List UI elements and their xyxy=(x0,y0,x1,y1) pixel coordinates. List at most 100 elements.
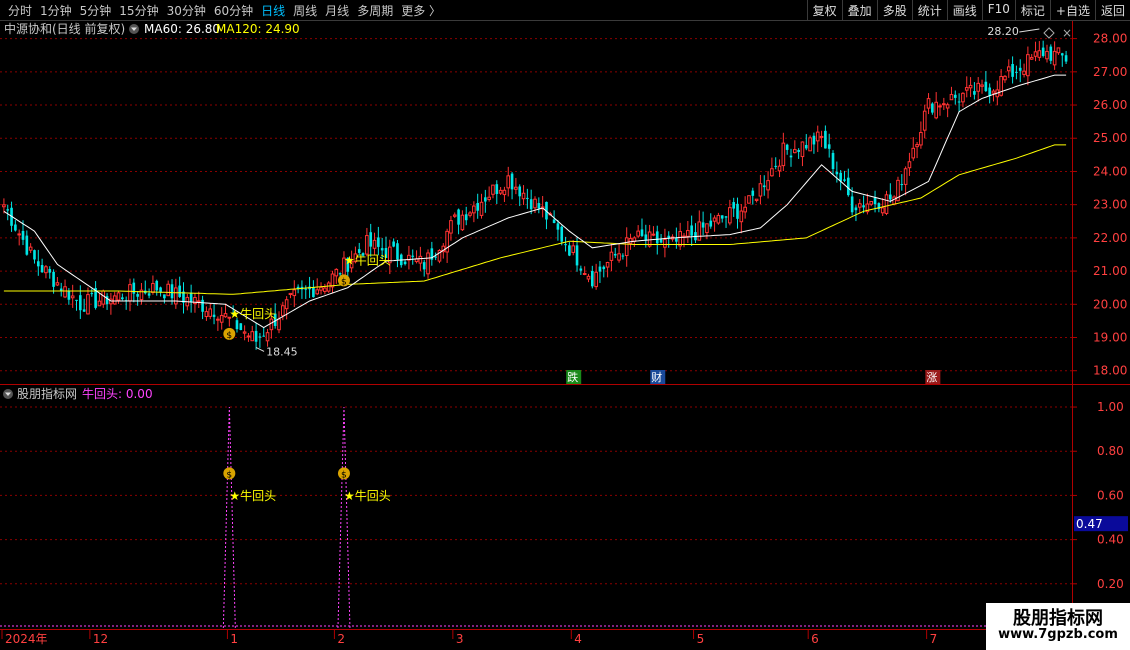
candle xyxy=(330,270,335,293)
candle xyxy=(518,184,522,207)
candle xyxy=(636,225,640,239)
candle xyxy=(300,280,304,299)
candle xyxy=(869,200,874,207)
candle xyxy=(464,206,468,226)
candle-body xyxy=(984,81,988,92)
candle-body xyxy=(338,273,342,275)
candle xyxy=(686,220,690,243)
candle-body xyxy=(1045,50,1049,60)
candle xyxy=(1003,74,1007,83)
candle-body xyxy=(312,287,315,298)
candle xyxy=(472,201,476,223)
candle xyxy=(903,166,908,196)
candle xyxy=(907,152,912,176)
candle-body xyxy=(484,197,487,202)
candle-body xyxy=(903,168,908,185)
candle-body xyxy=(326,282,331,292)
candle-body xyxy=(178,285,181,297)
candle-body xyxy=(591,270,594,287)
candle xyxy=(143,280,147,295)
candle xyxy=(239,323,243,331)
candle xyxy=(919,121,923,149)
candle-body xyxy=(571,245,576,253)
candle xyxy=(762,175,766,196)
candle-body xyxy=(1037,50,1042,58)
candle-body xyxy=(82,309,86,312)
close-panel-icon[interactable]: × xyxy=(1062,26,1072,40)
candle xyxy=(155,279,159,296)
candle-body xyxy=(90,293,94,295)
price-tick-label: 27.00 xyxy=(1093,65,1127,79)
candle-body xyxy=(258,336,262,338)
candle-body xyxy=(495,184,499,194)
candle xyxy=(33,249,36,264)
candle-body xyxy=(880,207,885,214)
candle xyxy=(196,291,201,308)
candle xyxy=(934,92,938,120)
candle xyxy=(90,288,94,297)
candle xyxy=(678,222,683,250)
diamond-icon[interactable] xyxy=(1043,27,1055,39)
candle-body xyxy=(1029,57,1034,60)
candle-body xyxy=(166,283,171,297)
candle-body xyxy=(663,238,667,248)
indicator-money-bag-glyph: $ xyxy=(341,470,347,480)
candle xyxy=(1033,41,1038,62)
candle xyxy=(1029,54,1034,60)
candle-body xyxy=(690,225,693,236)
candle-body xyxy=(739,210,744,223)
candle xyxy=(804,134,808,151)
candle-body xyxy=(422,262,426,270)
candle-body xyxy=(315,289,320,295)
candle xyxy=(1041,40,1045,58)
candle xyxy=(94,281,97,310)
event-badge-label-2: 涨 xyxy=(926,371,937,384)
indicator-settings-icon[interactable] xyxy=(3,389,13,399)
candle xyxy=(1056,47,1061,55)
candle xyxy=(403,260,407,266)
candle-body xyxy=(392,241,395,247)
indicator-layer xyxy=(0,407,1072,629)
candle xyxy=(964,76,969,98)
indicator-signal-label: ★牛回头 xyxy=(344,488,391,503)
candle xyxy=(843,170,846,183)
candle-body xyxy=(487,196,491,200)
candle xyxy=(774,157,778,170)
candle-body xyxy=(476,202,479,211)
stock-chart[interactable]: 中源协和(日线 前复权) MA60: 26.80 MA120: 24.90 × … xyxy=(0,0,1130,650)
candle xyxy=(105,293,109,310)
candle xyxy=(568,242,571,257)
candle xyxy=(984,71,988,93)
indicator-signal-spike xyxy=(337,407,351,629)
candle-body xyxy=(1006,66,1011,72)
candle-body xyxy=(521,192,526,200)
candle-body xyxy=(369,232,373,247)
candle xyxy=(116,291,121,304)
candle-body xyxy=(52,271,55,287)
candle-body xyxy=(728,207,732,224)
candle xyxy=(40,258,44,273)
candle xyxy=(564,236,567,252)
candle-body xyxy=(636,230,640,237)
candle-body xyxy=(964,87,969,91)
time-tick-label: 2024年 xyxy=(5,632,48,646)
candle-body xyxy=(758,183,763,197)
candle-body xyxy=(196,300,201,303)
candle xyxy=(743,196,747,219)
candle xyxy=(288,292,293,299)
candle-body xyxy=(254,330,258,342)
candle-body xyxy=(246,335,251,338)
candle-body xyxy=(793,149,797,154)
main-settings-icon[interactable] xyxy=(129,24,139,34)
candle-body xyxy=(36,261,40,267)
candle xyxy=(815,125,820,153)
candle xyxy=(48,266,52,279)
candle xyxy=(690,215,693,246)
candle-body xyxy=(55,282,60,286)
time-tick-label: 1 xyxy=(230,632,238,646)
candle-body xyxy=(14,224,17,231)
candle-body xyxy=(526,197,529,199)
price-tick-label: 23.00 xyxy=(1093,198,1127,212)
candle xyxy=(112,291,117,305)
price-layer xyxy=(2,40,1068,350)
